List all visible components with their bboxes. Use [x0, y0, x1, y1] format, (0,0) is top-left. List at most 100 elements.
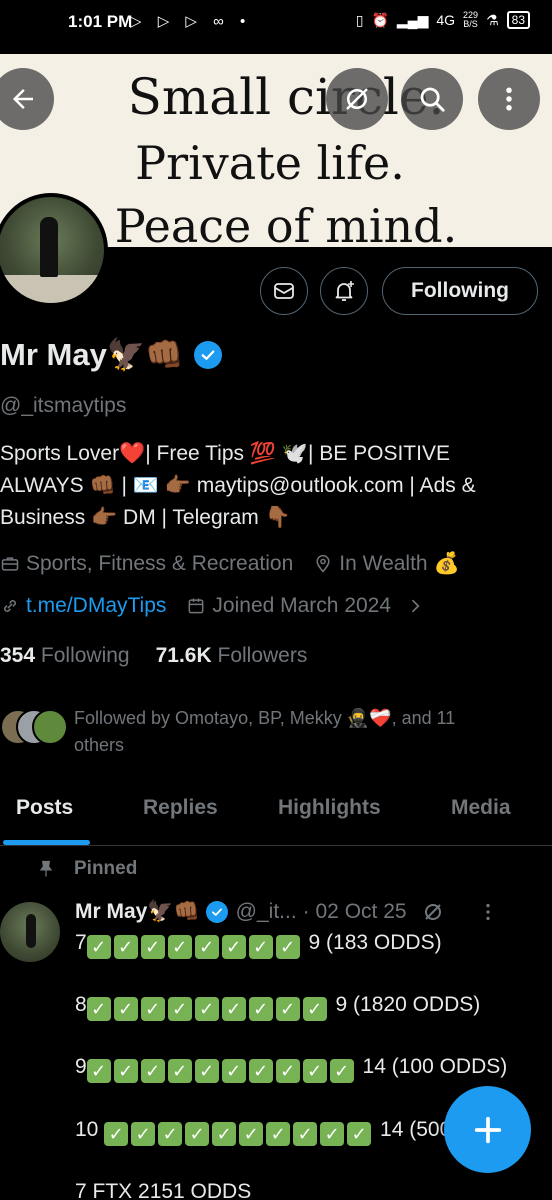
check-mark-icon: ✓: [86, 997, 111, 1021]
bio-line: ALWAYS 👊🏾 | 📧 👉🏾 maytips@outlook.com | A…: [0, 474, 476, 497]
tab-media[interactable]: Media: [451, 796, 511, 820]
pin-icon: [39, 860, 53, 877]
compose-post-button[interactable]: [444, 1086, 531, 1173]
more-options-button[interactable]: [478, 68, 540, 130]
check-mark-icon: ✓: [167, 935, 192, 959]
verified-badge-icon: [205, 901, 228, 923]
check-mark-icon: ✓: [275, 1059, 300, 1083]
check-mark-icon: ✓: [221, 1059, 246, 1083]
chevron-right-icon[interactable]: [405, 596, 425, 616]
banner-line-1: Small circle.: [127, 68, 445, 126]
calendar-icon: [189, 598, 204, 614]
follow-stats: 354 Following 71.6K Followers: [0, 644, 307, 668]
profile-category: Sports, Fitness & Recreation: [26, 552, 294, 575]
net-speed: 229 B/S: [463, 10, 479, 29]
post-header: Mr May🦅👊🏾 @_it... · 02 Oct 25: [75, 900, 540, 924]
profile-name: Mr May🦅👊🏾: [0, 337, 185, 372]
battery-indicator: 83: [506, 11, 530, 29]
check-mark-icon: ✓: [113, 1059, 138, 1083]
post-text-line: 9 ✓ ✓ ✓ ✓ ✓ ✓ ✓ ✓ ✓ ✓ 14 (100 ODDS): [75, 1055, 508, 1083]
arrow-left-icon: [13, 89, 33, 109]
search-button[interactable]: [401, 68, 463, 130]
search-icon: [420, 87, 445, 112]
network-type: 4G: [436, 12, 456, 28]
more-vertical-icon[interactable]: [477, 901, 499, 923]
profile-avatar[interactable]: [0, 193, 108, 307]
post-text-line: 7 ✓ ✓ ✓ ✓ ✓ ✓ ✓ ✓ 9 (183 ODDS): [75, 931, 442, 959]
grok-icon[interactable]: [421, 900, 445, 924]
location-pin-icon: [316, 554, 330, 573]
check-mark-icon: ✓: [320, 1122, 345, 1146]
status-time: 1:01 PM: [68, 12, 133, 31]
check-mark-icon: ✓: [113, 997, 138, 1021]
profile-tabs: Posts Replies Highlights Media: [0, 780, 552, 846]
followed-by-text: Followed by Omotayo, BP, Mekky 🥷❤️‍🩹, an…: [74, 708, 456, 755]
check-mark-icon: ✓: [104, 1122, 129, 1146]
active-tab-indicator: [3, 840, 90, 845]
check-mark-icon: ✓: [329, 1059, 354, 1083]
profile-bio: Sports Lover❤️| Free Tips 💯 🕊️| BE POSIT…: [0, 438, 540, 534]
bio-line: Sports Lover❤️| Free Tips 💯 🕊️| BE POSIT…: [0, 442, 450, 465]
check-mark-icon: ✓: [86, 1059, 111, 1083]
message-button[interactable]: [260, 267, 308, 315]
post-author-name[interactable]: Mr May🦅👊🏾: [75, 900, 200, 924]
profile-meta-row-2: t.me/DMayTips Joined March 2024: [0, 594, 425, 618]
followers-stat[interactable]: 71.6K Followers: [156, 644, 308, 668]
check-mark-icon: ✓: [347, 1122, 372, 1146]
link-icon: [4, 600, 16, 612]
profile-meta-row-1: Sports, Fitness & Recreation In Wealth 💰: [0, 552, 460, 576]
profile-joined-date: Joined March 2024: [212, 594, 392, 617]
bio-line: Business 👉🏾 DM | Telegram 👇🏾: [0, 506, 291, 529]
tab-posts[interactable]: Posts: [16, 796, 73, 820]
plus-icon: [474, 1116, 501, 1143]
check-mark-icon: ✓: [140, 997, 165, 1021]
banner-line-2: Private life.: [135, 136, 405, 190]
tab-replies[interactable]: Replies: [143, 796, 218, 820]
profile-link[interactable]: t.me/DMayTips: [26, 594, 166, 618]
profile-handle: @_itsmaytips: [0, 394, 127, 417]
check-mark-icon: ✓: [212, 1122, 237, 1146]
more-vertical-icon: [506, 87, 512, 111]
post-text-line: 7 FTX 2151 ODDS: [75, 1180, 252, 1200]
bell-plus-icon: [335, 281, 354, 301]
following-button[interactable]: Following: [382, 267, 538, 315]
check-mark-icon: ✓: [248, 997, 273, 1021]
vibrate-icon: ▯: [355, 11, 364, 28]
following-stat[interactable]: 354 Following: [0, 644, 130, 668]
check-mark-icon: ✓: [293, 1122, 318, 1146]
grok-button[interactable]: [326, 68, 388, 130]
followed-by-section[interactable]: Followed by Omotayo, BP, Mekky 🥷❤️‍🩹, an…: [0, 705, 540, 759]
briefcase-icon: [1, 557, 19, 571]
check-mark-icon: ✓: [167, 1059, 192, 1083]
notifications-button[interactable]: [320, 267, 368, 315]
check-mark-icon: ✓: [158, 1122, 183, 1146]
alarm-icon: ⏰: [371, 11, 389, 28]
check-mark-icon: ✓: [140, 1059, 165, 1083]
tab-highlights[interactable]: Highlights: [278, 796, 381, 820]
check-mark-icon: ✓: [140, 935, 165, 959]
check-mark-icon: ✓: [221, 997, 246, 1021]
post-date[interactable]: · 02 Oct 25: [303, 900, 407, 924]
check-mark-icon: ✓: [275, 935, 300, 959]
check-mark-icon: ✓: [239, 1122, 264, 1146]
check-mark-icon: ✓: [194, 935, 219, 959]
check-mark-icon: ✓: [194, 997, 219, 1021]
check-mark-icon: ✓: [248, 935, 273, 959]
mail-icon: [274, 283, 294, 299]
check-mark-icon: ✓: [194, 1059, 219, 1083]
profile-name-row: Mr May🦅👊🏾: [0, 336, 223, 373]
wifi-signal-icon: ▂▄▆: [396, 11, 429, 28]
post-author-handle[interactable]: @_it...: [236, 900, 297, 924]
check-mark-icon: ✓: [302, 997, 327, 1021]
post-author-avatar[interactable]: [0, 902, 60, 962]
avatar-image: [0, 197, 104, 303]
status-bar: 1:01 PM ▷ ▷ ▷ ∞ • ▯ ⏰ ▂▄▆ 4G 229 B/S ⚗ 8…: [0, 0, 552, 54]
check-mark-icon: ✓: [185, 1122, 210, 1146]
system-icons: ▯ ⏰ ▂▄▆ 4G 229 B/S ⚗ 83: [356, 11, 530, 29]
notification-icons: ▷ ▷ ▷ ∞ •: [130, 13, 252, 30]
post-text-line: 10 ✓ ✓ ✓ ✓ ✓ ✓ ✓ ✓ ✓ ✓ 14 (500: [75, 1118, 452, 1146]
verified-badge-icon[interactable]: [194, 340, 223, 369]
flask-icon: ⚗: [486, 11, 499, 28]
check-mark-icon: ✓: [248, 1059, 273, 1083]
check-mark-icon: ✓: [86, 935, 111, 959]
